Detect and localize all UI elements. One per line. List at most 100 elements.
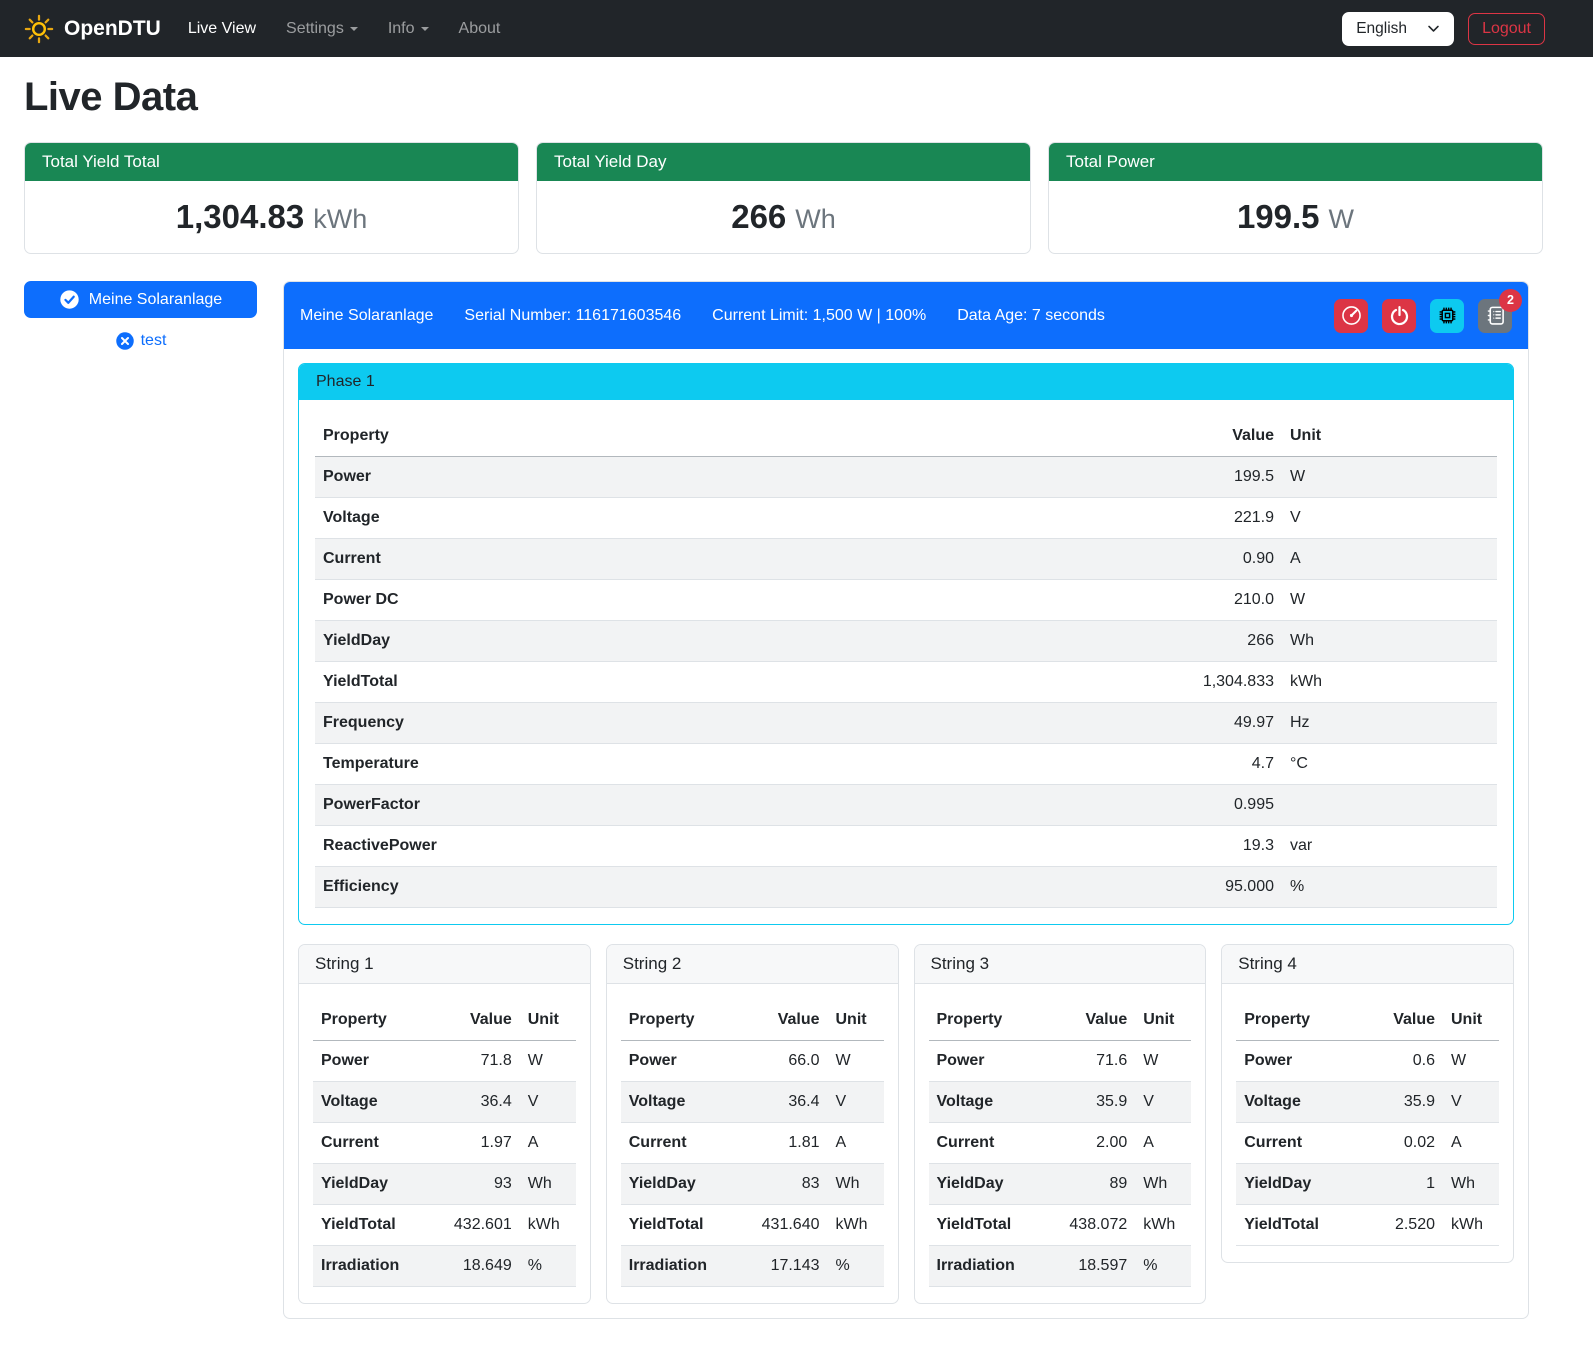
property-cell: Current: [313, 1123, 429, 1164]
inverter-limit: Current Limit: 1,500 W | 100%: [712, 307, 926, 325]
column-header: Value: [894, 416, 1282, 457]
check-circle-icon: [59, 289, 80, 310]
unit-cell: W: [1282, 457, 1497, 498]
unit-cell: kWh: [1135, 1205, 1191, 1246]
nav-item-about[interactable]: About: [444, 12, 516, 46]
table-row: Irradiation18.597%: [929, 1246, 1192, 1287]
property-cell: Power: [929, 1041, 1045, 1082]
column-header: Unit: [828, 1000, 884, 1041]
property-cell: Irradiation: [929, 1246, 1045, 1287]
unit-cell: Wh: [1135, 1164, 1191, 1205]
column-header: Property: [1236, 1000, 1362, 1041]
unit-cell: kWh: [520, 1205, 576, 1246]
content-row: Meine Solaranlage test Meine Solaranlage…: [24, 281, 1543, 1338]
table-row: YieldTotal2.520kWh: [1236, 1205, 1499, 1246]
column-header: Unit: [1135, 1000, 1191, 1041]
nav-links: Live View Settings Info About: [173, 12, 516, 46]
inverter-serial: Serial Number: 116171603546: [464, 307, 681, 325]
summary-card-title: Total Yield Day: [537, 143, 1030, 181]
inverter-data-age: Data Age: 7 seconds: [957, 307, 1105, 325]
sidebar-item-test[interactable]: test: [24, 331, 257, 351]
language-select[interactable]: English: [1342, 12, 1454, 46]
string-title: String 3: [915, 945, 1206, 984]
unit-cell: V: [1135, 1082, 1191, 1123]
property-cell: YieldDay: [313, 1164, 429, 1205]
property-cell: Frequency: [315, 703, 894, 744]
summary-unit: Wh: [795, 204, 836, 234]
property-cell: YieldDay: [1236, 1164, 1362, 1205]
caret-down-icon: [421, 27, 429, 31]
sun-icon: [24, 14, 54, 44]
table-row: YieldTotal438.072kWh: [929, 1205, 1192, 1246]
unit-cell: Wh: [1443, 1164, 1499, 1205]
sidebar-item-label: Meine Solaranlage: [89, 291, 222, 309]
table-row: Power0.6W: [1236, 1041, 1499, 1082]
sidebar-item-meine-solaranlage[interactable]: Meine Solaranlage: [24, 281, 257, 318]
nav-item-settings[interactable]: Settings: [271, 12, 373, 46]
value-cell: 2.00: [1044, 1123, 1135, 1164]
value-cell: 431.640: [737, 1205, 828, 1246]
property-cell: Current: [621, 1123, 737, 1164]
value-cell: 432.601: [429, 1205, 520, 1246]
unit-cell: V: [1282, 498, 1497, 539]
value-cell: 83: [737, 1164, 828, 1205]
unit-cell: %: [1282, 867, 1497, 908]
unit-cell: Hz: [1282, 703, 1497, 744]
column-header: Unit: [1443, 1000, 1499, 1041]
unit-cell: %: [828, 1246, 884, 1287]
summary-row: Total Yield Total 1,304.83kWh Total Yiel…: [24, 142, 1543, 254]
value-cell: 36.4: [737, 1082, 828, 1123]
chevron-down-icon: [1427, 22, 1440, 35]
value-cell: 221.9: [894, 498, 1282, 539]
property-cell: Current: [315, 539, 894, 580]
property-cell: YieldTotal: [621, 1205, 737, 1246]
column-header: Property: [313, 1000, 429, 1041]
table-row: Power66.0W: [621, 1041, 884, 1082]
table-row: Current0.02A: [1236, 1123, 1499, 1164]
table-row: YieldTotal432.601kWh: [313, 1205, 576, 1246]
event-log-button[interactable]: 2: [1478, 299, 1512, 333]
unit-cell: W: [1282, 580, 1497, 621]
limit-settings-button[interactable]: [1334, 299, 1368, 333]
string-card-2: String 2 PropertyValueUnitPower66.0WVolt…: [606, 944, 899, 1304]
table-row: YieldDay89Wh: [929, 1164, 1192, 1205]
header-row: PropertyValueUnit: [1236, 1000, 1499, 1041]
value-cell: 1,304.833: [894, 662, 1282, 703]
property-cell: Current: [1236, 1123, 1362, 1164]
logout-button[interactable]: Logout: [1468, 13, 1545, 45]
property-cell: Power: [313, 1041, 429, 1082]
table-row: Power199.5W: [315, 457, 1497, 498]
value-cell: 35.9: [1363, 1082, 1444, 1123]
column-header: Value: [737, 1000, 828, 1041]
table-row: Voltage35.9V: [929, 1082, 1192, 1123]
unit-cell: W: [520, 1041, 576, 1082]
inverter-card: Meine Solaranlage Serial Number: 1161716…: [283, 281, 1529, 1319]
value-cell: 4.7: [894, 744, 1282, 785]
unit-cell: A: [1282, 539, 1497, 580]
power-toggle-button[interactable]: [1382, 299, 1416, 333]
page-content: Live Data Total Yield Total 1,304.83kWh …: [0, 75, 1593, 1338]
property-cell: YieldDay: [929, 1164, 1045, 1205]
nav-item-info[interactable]: Info: [373, 12, 444, 46]
phase-body: PropertyValueUnitPower199.5WVoltage221.9…: [299, 400, 1513, 908]
property-cell: Power: [315, 457, 894, 498]
header-row: PropertyValueUnit: [315, 416, 1497, 457]
table-row: YieldDay266Wh: [315, 621, 1497, 662]
column-header: Value: [1044, 1000, 1135, 1041]
unit-cell: A: [520, 1123, 576, 1164]
string-card-1: String 1 PropertyValueUnitPower71.8WVolt…: [298, 944, 591, 1304]
unit-cell: W: [1443, 1041, 1499, 1082]
inverter-card-body: Phase 1 PropertyValueUnitPower199.5WVolt…: [284, 349, 1528, 1318]
property-cell: Voltage: [621, 1082, 737, 1123]
table-row: Irradiation18.649%: [313, 1246, 576, 1287]
summary-card-total-yield-total: Total Yield Total 1,304.83kWh: [24, 142, 519, 254]
device-info-button[interactable]: [1430, 299, 1464, 333]
nav-item-live-view[interactable]: Live View: [173, 12, 271, 46]
property-cell: ReactivePower: [315, 826, 894, 867]
value-cell: 266: [894, 621, 1282, 662]
brand[interactable]: OpenDTU: [24, 14, 161, 44]
unit-cell: Wh: [1282, 621, 1497, 662]
string-table: PropertyValueUnitPower0.6WVoltage35.9VCu…: [1236, 1000, 1499, 1246]
column-header: Unit: [520, 1000, 576, 1041]
string-table: PropertyValueUnitPower71.6WVoltage35.9VC…: [929, 1000, 1192, 1287]
